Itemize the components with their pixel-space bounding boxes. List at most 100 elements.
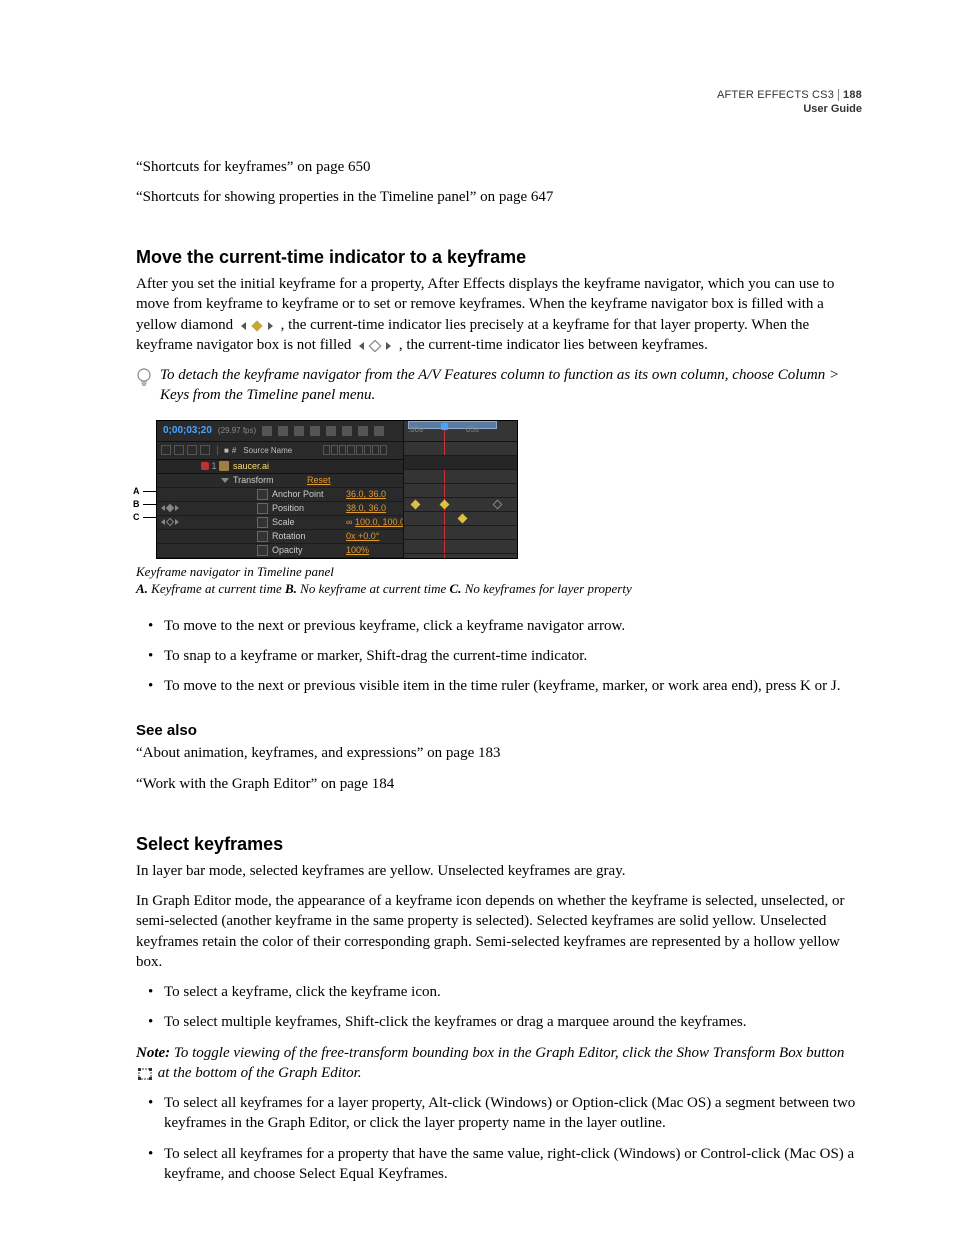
track-row	[404, 470, 517, 484]
toolbar-icon[interactable]	[278, 426, 288, 436]
keyframe-diamond-empty-icon[interactable]	[166, 518, 174, 526]
track-row-position	[404, 498, 517, 512]
switch-icon[interactable]	[364, 445, 371, 455]
stopwatch-icon[interactable]	[257, 503, 268, 514]
keyframe-icon[interactable]	[458, 513, 468, 523]
note-label: Note:	[136, 1045, 170, 1061]
property-name[interactable]: Scale	[272, 517, 346, 527]
keyframe-icon[interactable]	[411, 499, 421, 509]
timeline-track-area: :00s 05s	[403, 421, 517, 558]
av-features-icon[interactable]	[174, 445, 184, 455]
property-value[interactable]: 36.0, 36.0	[346, 489, 386, 499]
caption-label-b: B.	[285, 581, 297, 596]
property-name[interactable]: Opacity	[272, 545, 346, 555]
page-number: 188	[838, 89, 862, 101]
ruler-label: :00s	[408, 425, 423, 434]
timeline-figure: A B C :00s 05s	[136, 420, 864, 559]
track-row	[404, 484, 517, 498]
caption-label-a: A.	[136, 581, 148, 596]
keyframe-icon[interactable]	[440, 499, 450, 509]
toolbar-icon[interactable]	[342, 426, 352, 436]
toolbar-icon[interactable]	[358, 426, 368, 436]
list-item: To snap to a keyframe or marker, Shift-d…	[148, 646, 864, 666]
body-paragraph: After you set the initial keyframe for a…	[136, 274, 864, 355]
current-time-display[interactable]: 0;00;03;20	[163, 425, 212, 436]
tip-block: To detach the keyframe navigator from th…	[136, 365, 864, 406]
toolbar-icon[interactable]	[374, 426, 384, 436]
next-keyframe-arrow-icon[interactable]	[175, 505, 179, 511]
keyframe-diamond-filled-icon[interactable]	[166, 504, 174, 512]
keyframe-navigator[interactable]	[161, 505, 201, 511]
time-ruler[interactable]: :00s 05s	[404, 421, 517, 442]
track-row-layer	[404, 456, 517, 470]
body-paragraph: In layer bar mode, selected keyframes ar…	[136, 861, 864, 881]
switch-icon[interactable]	[323, 445, 330, 455]
next-keyframe-arrow-icon[interactable]	[175, 519, 179, 525]
note-text: at the bottom of the Graph Editor.	[158, 1065, 362, 1081]
property-value[interactable]: 0x +0.0°	[346, 531, 379, 541]
body-paragraph: In Graph Editor mode, the appearance of …	[136, 891, 864, 972]
note-text: To toggle viewing of the free-transform …	[174, 1045, 845, 1061]
layer-name[interactable]: saucer.ai	[229, 461, 269, 471]
toolbar-icon[interactable]	[326, 426, 336, 436]
track-row	[404, 442, 517, 456]
property-name: Transform	[233, 475, 307, 485]
property-value[interactable]: 38.0, 36.0	[346, 503, 386, 513]
switch-icon[interactable]	[356, 445, 363, 455]
property-value[interactable]: 100%	[346, 545, 369, 555]
caption-text-a: Keyframe at current time	[148, 581, 285, 596]
switch-icon[interactable]	[372, 445, 379, 455]
figure-caption: Keyframe navigator in Timeline panel A. …	[136, 563, 864, 598]
note-block: Note: To toggle viewing of the free-tran…	[136, 1043, 864, 1084]
bullet-list: To select all keyframes for a layer prop…	[148, 1093, 864, 1184]
property-name[interactable]: Rotation	[272, 531, 346, 541]
switch-icon[interactable]	[347, 445, 354, 455]
doc-type: User Guide	[803, 103, 862, 115]
av-features-icon[interactable]	[200, 445, 210, 455]
label-col-icon[interactable]: ■	[217, 446, 229, 455]
toolbar-icon[interactable]	[294, 426, 304, 436]
stopwatch-icon[interactable]	[257, 545, 268, 556]
bullet-list: To select a keyframe, click the keyframe…	[148, 982, 864, 1033]
list-item: To select all keyframes for a layer prop…	[148, 1093, 864, 1134]
property-name[interactable]: Anchor Point	[272, 489, 346, 499]
caption-title: Keyframe navigator in Timeline panel	[136, 564, 334, 579]
caption-text-b: No keyframe at current time	[297, 581, 450, 596]
reset-link[interactable]: Reset	[307, 475, 331, 485]
text-run: , the current-time indicator lies betwee…	[399, 337, 708, 353]
stopwatch-icon[interactable]	[257, 489, 268, 500]
switch-icon[interactable]	[331, 445, 338, 455]
stopwatch-icon[interactable]	[257, 531, 268, 542]
track-row	[404, 526, 517, 540]
label-color-icon[interactable]	[201, 462, 209, 470]
timeline-panel: A B C :00s 05s	[156, 420, 518, 559]
switch-icon[interactable]	[380, 445, 387, 455]
keyframe-navigator[interactable]	[161, 519, 201, 525]
tip-text: To detach the keyframe navigator from th…	[160, 365, 864, 406]
product-name: AFTER EFFECTS CS3	[717, 89, 834, 101]
index-col-header[interactable]: #	[232, 446, 236, 455]
property-name[interactable]: Position	[272, 503, 346, 513]
fps-display: (29.97 fps)	[218, 426, 256, 435]
prev-keyframe-arrow-icon[interactable]	[161, 505, 165, 511]
keyframe-icon[interactable]	[493, 499, 503, 509]
xref-link: “About animation, keyframes, and express…	[136, 743, 864, 763]
switch-icon[interactable]	[339, 445, 346, 455]
toolbar-icon[interactable]	[310, 426, 320, 436]
list-item: To select all keyframes for a property t…	[148, 1144, 864, 1185]
callout-labels: A B C	[133, 485, 157, 524]
track-row-scale	[404, 512, 517, 526]
chain-link-icon[interactable]: ∞	[346, 517, 352, 527]
prev-keyframe-arrow-icon[interactable]	[161, 519, 165, 525]
twirl-down-icon[interactable]	[221, 478, 229, 483]
layer-type-icon	[219, 461, 229, 471]
av-features-icon[interactable]	[161, 445, 171, 455]
running-header: AFTER EFFECTS CS3 188 User Guide	[136, 88, 864, 117]
source-name-header[interactable]: Source Name	[243, 446, 292, 455]
show-transform-box-icon	[138, 1068, 152, 1080]
toolbar-icon[interactable]	[262, 426, 272, 436]
list-item: To select a keyframe, click the keyframe…	[148, 982, 864, 1002]
xref-link: “Shortcuts for showing properties in the…	[136, 187, 864, 207]
av-features-icon[interactable]	[187, 445, 197, 455]
stopwatch-icon[interactable]	[257, 517, 268, 528]
